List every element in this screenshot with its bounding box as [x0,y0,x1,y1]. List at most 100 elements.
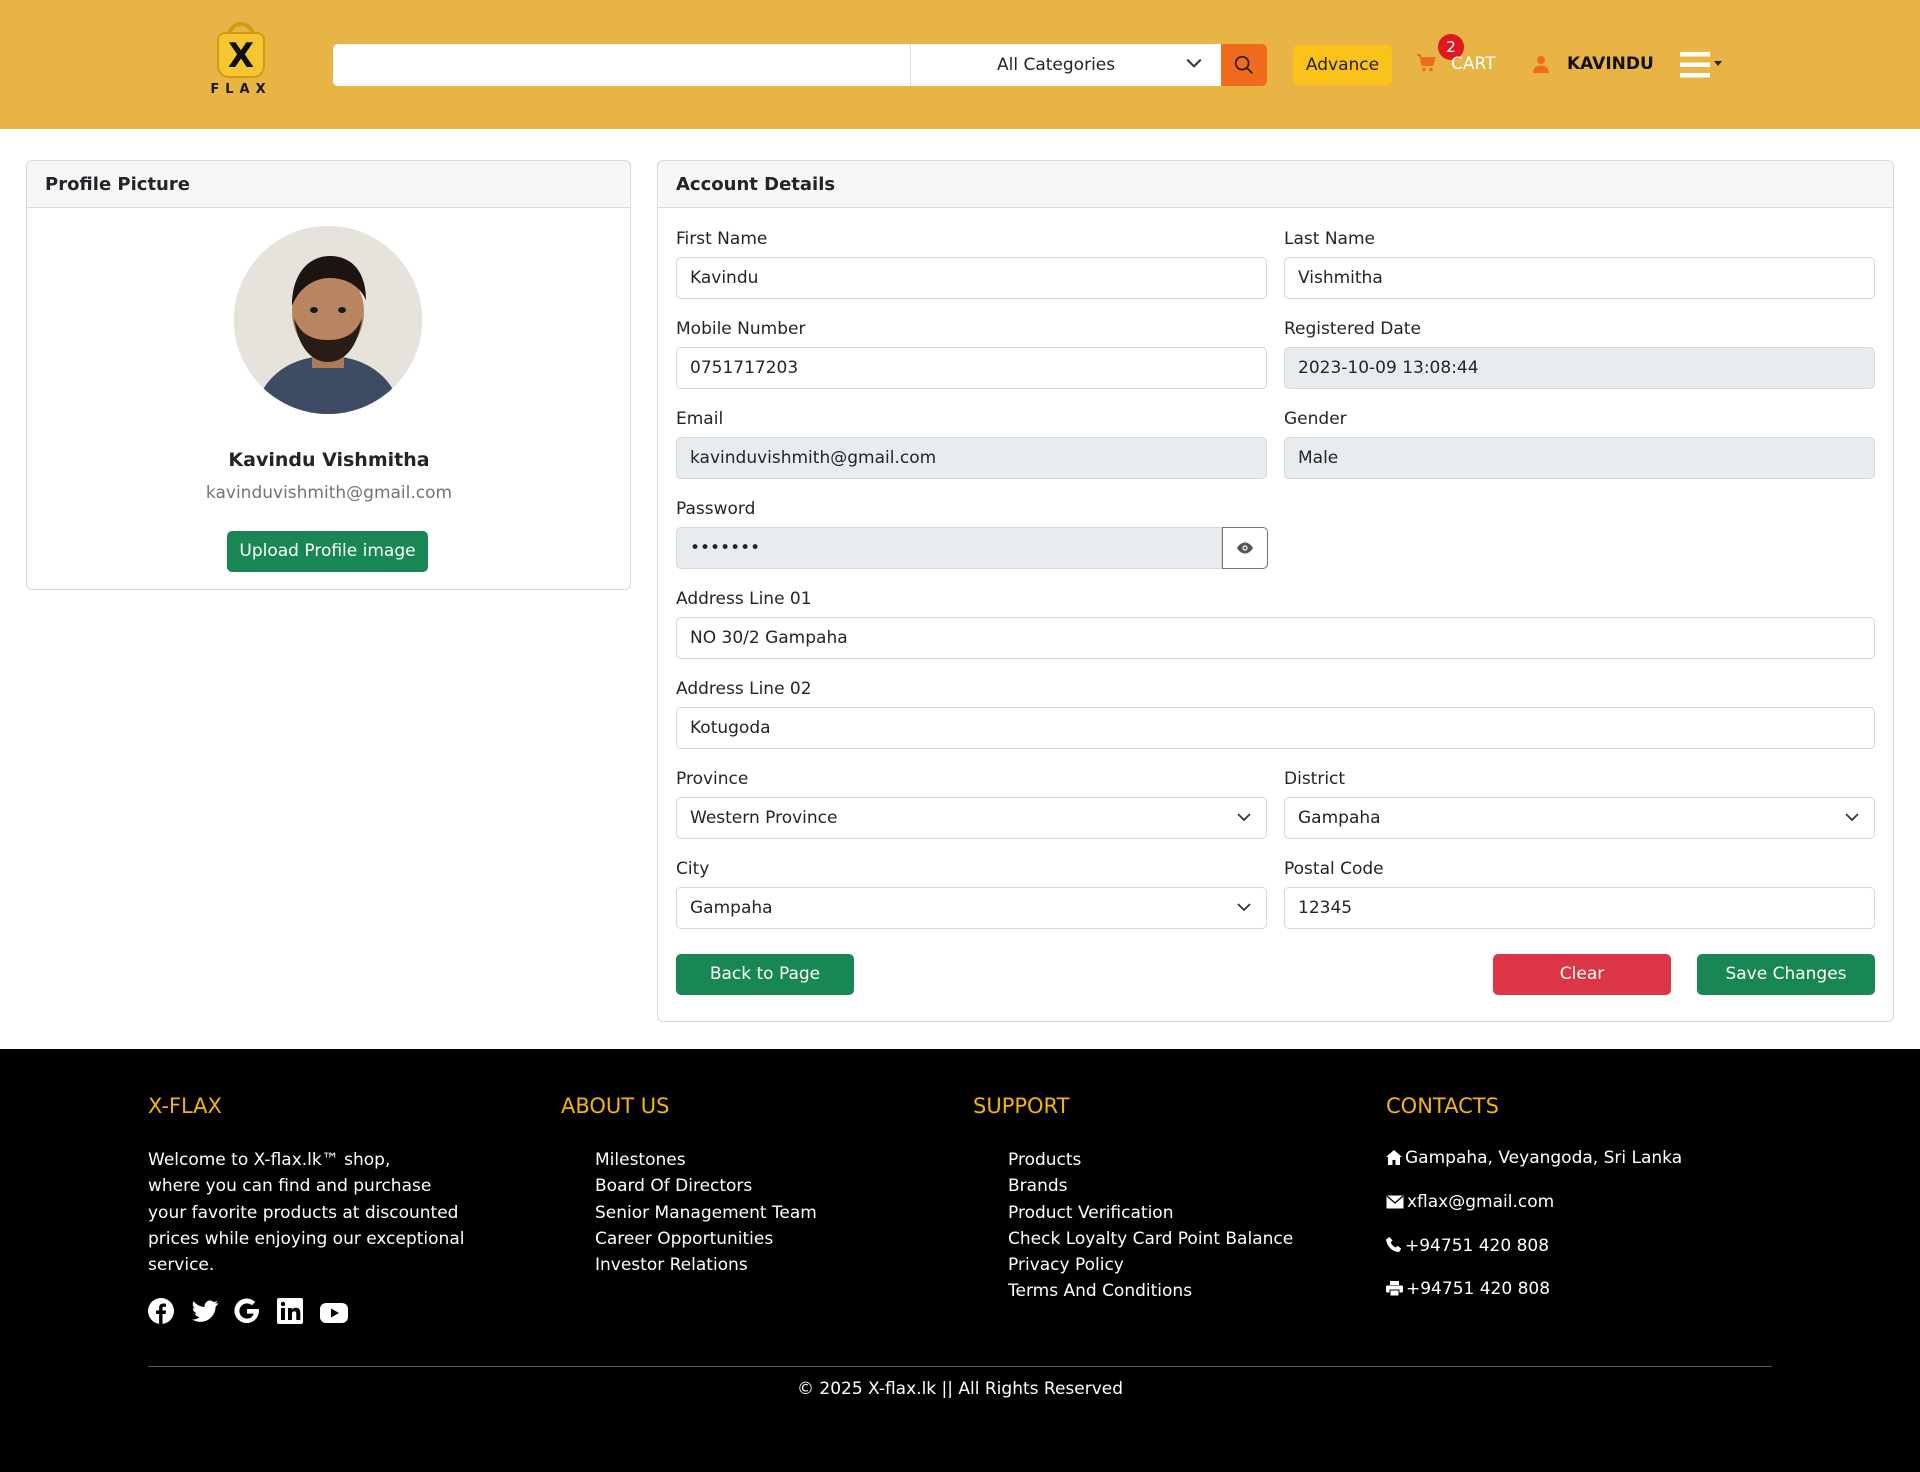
chevron-down-icon [1186,58,1202,68]
city-label: City [676,859,710,879]
advance-search-button[interactable]: Advance [1293,45,1392,85]
category-select[interactable]: All Categories [910,44,1221,86]
mobile-number-label: Mobile Number [676,319,806,339]
footer-brand-line: Welcome to X-flax.lk™ shop, [148,1150,391,1170]
footer-link[interactable]: Products [1008,1147,1293,1173]
address-line-2-label: Address Line 02 [676,679,812,699]
save-changes-button[interactable]: Save Changes [1697,954,1875,995]
top-header: X FLAX All Categories Advance 2 CART KAV… [0,0,1920,129]
upload-profile-image-button[interactable]: Upload Profile image [227,531,428,572]
registered-date-field: 2023-10-09 13:08:44 [1284,347,1875,389]
search-input[interactable] [333,44,910,86]
footer-brand-line: your favorite products at discounted [148,1202,459,1223]
printer-icon [1386,1281,1403,1297]
footer-phone-text: +94751 420 808 [1405,1236,1550,1256]
province-label: Province [676,769,749,789]
chevron-down-icon [1237,813,1251,822]
footer-brand-line: prices while enjoying our exceptional [148,1228,465,1249]
cart-icon [1417,54,1436,72]
footer-link[interactable]: Career Opportunities [595,1226,817,1252]
show-password-button[interactable] [1222,527,1268,569]
footer-support-list: Products Brands Product Verification Che… [1008,1147,1293,1305]
user-name: KAVINDU [1567,54,1654,74]
footer-copyright: © 2025 X-flax.lk || All Rights Reserved [796,1379,1124,1399]
profile-picture-card: Profile Picture Kavindu Vishmitha kavind… [26,160,631,590]
city-select-value: Gampaha [690,898,773,918]
first-name-label: First Name [676,229,768,249]
footer-link[interactable]: Brands [1008,1173,1293,1199]
footer-fax-text: +94751 420 808 [1406,1279,1551,1299]
footer-divider [148,1366,1772,1367]
password-label: Password [676,499,756,519]
logo-word: FLAX [210,82,272,97]
footer-link[interactable]: Milestones [595,1147,817,1173]
footer-link[interactable]: Privacy Policy [1008,1252,1293,1278]
profile-name: Kavindu Vishmitha [228,449,430,471]
user-icon [1533,56,1549,73]
footer-brand-line: where you can find and purchase [148,1176,432,1197]
account-details-card: Account Details First Name Kavindu Last … [657,160,1894,1022]
social-links [148,1298,358,1330]
footer-fax: +94751 420 808 [1386,1279,1550,1299]
email-label: Email [676,409,724,429]
footer-about-title: ABOUT US [561,1094,670,1118]
footer-phone[interactable]: +94751 420 808 [1386,1236,1549,1256]
twitter-icon[interactable] [191,1300,219,1328]
category-select-value: All Categories [997,55,1116,75]
footer-support-title: SUPPORT [973,1094,1070,1118]
city-select[interactable]: Gampaha [676,887,1267,929]
first-name-field[interactable]: Kavindu [676,257,1267,299]
youtube-icon[interactable] [320,1302,349,1330]
footer-link[interactable]: Check Loyalty Card Point Balance [1008,1226,1293,1252]
footer-brand-title: X-FLAX [148,1094,222,1118]
clear-button[interactable]: Clear [1493,954,1671,995]
profile-card-title: Profile Picture [27,161,630,208]
last-name-field[interactable]: Vishmitha [1284,257,1875,299]
footer-brand-description: Welcome to X-flax.lk™ shop, where you ca… [148,1147,464,1278]
footer-address-text: Gampaha, Veyangoda, Sri Lanka [1405,1148,1683,1168]
address-line-2-field[interactable]: Kotugoda [676,707,1875,749]
search-button[interactable] [1221,44,1267,86]
footer-link[interactable]: Board Of Directors [595,1173,817,1199]
cart-label: CART [1451,54,1496,74]
site-logo[interactable]: X FLAX [205,22,277,100]
address-line-1-label: Address Line 01 [676,589,812,609]
last-name-label: Last Name [1284,229,1375,249]
search-icon [1234,55,1253,74]
address-line-1-field[interactable]: NO 30/2 Gampaha [676,617,1875,659]
registered-date-label: Registered Date [1284,319,1421,339]
postal-code-field[interactable]: 12345 [1284,887,1875,929]
province-select-value: Western Province [690,808,838,828]
district-select-value: Gampaha [1298,808,1381,828]
chevron-down-icon [1237,903,1251,912]
hamburger-menu-icon[interactable] [1680,51,1726,79]
phone-icon [1386,1237,1402,1252]
footer-address: Gampaha, Veyangoda, Sri Lanka [1386,1148,1682,1168]
footer-contacts-title: CONTACTS [1386,1094,1499,1118]
footer-email[interactable]: xflax@gmail.com [1386,1192,1554,1212]
footer-link[interactable]: Terms And Conditions [1008,1278,1293,1304]
footer-link[interactable]: Product Verification [1008,1200,1293,1226]
gender-field: Male [1284,437,1875,479]
footer-link[interactable]: Senior Management Team [595,1200,817,1226]
footer-link[interactable]: Investor Relations [595,1252,817,1278]
footer-brand-line: service. [148,1255,215,1276]
chevron-down-icon [1845,813,1859,822]
site-footer: X-FLAX Welcome to X-flax.lk™ shop, where… [0,1049,1920,1472]
district-select[interactable]: Gampaha [1284,797,1875,839]
profile-email: kavinduvishmith@gmail.com [205,483,453,503]
avatar [234,226,422,414]
gender-label: Gender [1284,409,1347,429]
home-icon [1386,1150,1402,1165]
postal-code-label: Postal Code [1284,859,1384,879]
footer-about-list: Milestones Board Of Directors Senior Man… [595,1147,817,1278]
footer-email-text: xflax@gmail.com [1407,1192,1555,1212]
password-field[interactable]: ••••••• [676,527,1222,569]
logo-letter: X [227,36,255,76]
mobile-number-field[interactable]: 0751717203 [676,347,1267,389]
back-to-page-button[interactable]: Back to Page [676,954,854,995]
facebook-icon[interactable] [148,1298,176,1326]
province-select[interactable]: Western Province [676,797,1267,839]
google-icon[interactable] [234,1298,262,1326]
linkedin-icon[interactable] [277,1298,305,1326]
